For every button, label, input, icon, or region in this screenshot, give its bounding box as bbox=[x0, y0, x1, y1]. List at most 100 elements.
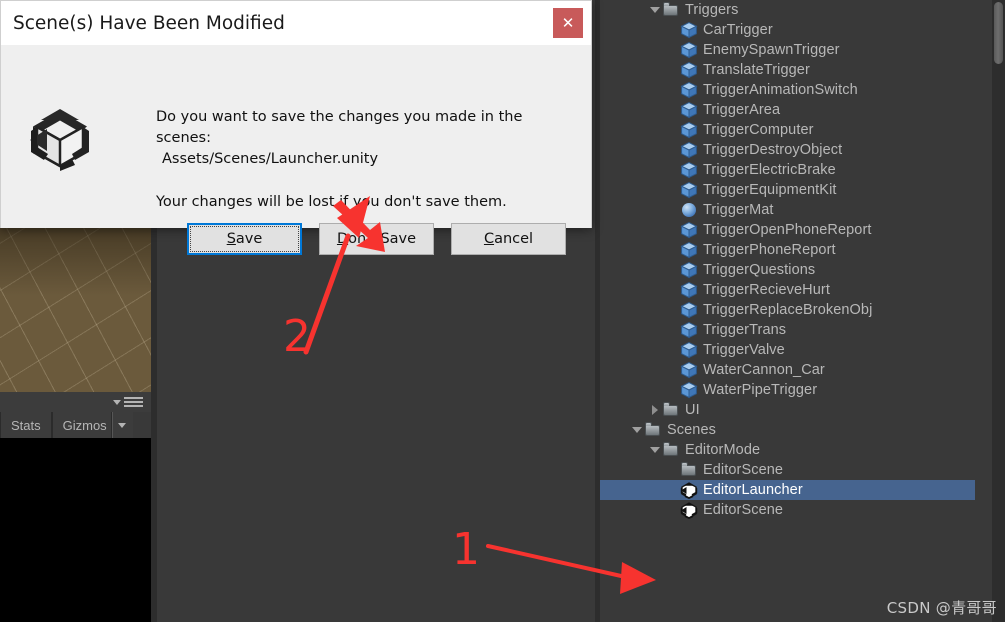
don-t-save-button[interactable]: Don't Save bbox=[319, 223, 434, 255]
hierarchy-scrollbar-track[interactable] bbox=[992, 0, 1005, 622]
hierarchy-row-label: TriggerPhoneReport bbox=[703, 242, 836, 258]
hierarchy-row[interactable]: TriggerRecieveHurt bbox=[600, 280, 975, 300]
twisty-placeholder bbox=[666, 220, 680, 240]
chevron-right-icon[interactable] bbox=[648, 400, 662, 420]
hierarchy-row[interactable]: TriggerAnimationSwitch bbox=[600, 80, 975, 100]
prefab-cube-icon bbox=[680, 241, 698, 259]
dialog-titlebar: Scene(s) Have Been Modified ✕ bbox=[1, 1, 591, 45]
hierarchy-row[interactable]: UI bbox=[600, 400, 975, 420]
hierarchy-row-label: TriggerElectricBrake bbox=[703, 162, 836, 178]
menu-bars bbox=[124, 397, 143, 407]
hierarchy-row[interactable]: TriggerQuestions bbox=[600, 260, 975, 280]
tab-stats[interactable]: Stats bbox=[0, 412, 52, 438]
hierarchy-row-label: TriggerMat bbox=[703, 202, 774, 218]
hierarchy-row[interactable]: TriggerReplaceBrokenObj bbox=[600, 300, 975, 320]
cancel-button[interactable]: Cancel bbox=[451, 223, 566, 255]
prefab-cube-icon bbox=[680, 61, 698, 79]
hierarchy-row[interactable]: TranslateTrigger bbox=[600, 60, 975, 80]
dialog-message-line1: Do you want to save the changes you made… bbox=[156, 109, 523, 125]
prefab-cube-icon bbox=[680, 161, 698, 179]
twisty-placeholder bbox=[666, 260, 680, 280]
dialog-button-row: Save Don't Save Cancel bbox=[1, 223, 591, 257]
chevron-down-icon[interactable] bbox=[630, 420, 644, 440]
folder-icon bbox=[662, 401, 680, 419]
hierarchy-row-selected[interactable]: EditorLauncher bbox=[600, 480, 975, 500]
close-icon[interactable]: ✕ bbox=[553, 8, 583, 38]
twisty-placeholder bbox=[666, 320, 680, 340]
hierarchy-row[interactable]: TriggerDestroyObject bbox=[600, 140, 975, 160]
twisty-placeholder bbox=[666, 240, 680, 260]
hierarchy-row[interactable]: TriggerArea bbox=[600, 100, 975, 120]
hierarchy-row-label: TriggerDestroyObject bbox=[703, 142, 843, 158]
hierarchy-row-label: EditorLauncher bbox=[703, 482, 803, 498]
chevron-down-icon bbox=[117, 422, 126, 428]
prefab-cube-icon bbox=[680, 321, 698, 339]
watermark-text: CSDN @青哥哥 bbox=[886, 599, 997, 617]
hierarchy-row-label: TriggerComputer bbox=[703, 122, 814, 138]
hierarchy-row-label: Scenes bbox=[667, 422, 716, 438]
hierarchy-row-label: UI bbox=[685, 402, 700, 418]
hierarchy-row[interactable]: TriggerComputer bbox=[600, 120, 975, 140]
prefab-cube-icon bbox=[680, 361, 698, 379]
twisty-placeholder bbox=[666, 100, 680, 120]
tab-gizmos[interactable]: Gizmos bbox=[51, 412, 112, 438]
hierarchy-row[interactable]: Scenes bbox=[600, 420, 975, 440]
dialog-warning: Your changes will be lost if you don't s… bbox=[156, 194, 507, 210]
twisty-placeholder bbox=[666, 340, 680, 360]
hierarchy-row-label: TriggerRecieveHurt bbox=[703, 282, 830, 298]
game-view-viewport[interactable] bbox=[0, 438, 151, 622]
twisty-placeholder bbox=[666, 480, 680, 500]
button-label: Don't Save bbox=[336, 231, 417, 247]
hierarchy-row[interactable]: TriggerOpenPhoneReport bbox=[600, 220, 975, 240]
prefab-cube-icon bbox=[680, 261, 698, 279]
twisty-placeholder bbox=[666, 500, 680, 520]
hierarchy-row-label: TriggerTrans bbox=[703, 322, 787, 338]
hierarchy-row[interactable]: TriggerTrans bbox=[600, 320, 975, 340]
scene-view-bottom-tabs: Stats Gizmos bbox=[0, 412, 151, 438]
hierarchy-row[interactable]: TriggerElectricBrake bbox=[600, 160, 975, 180]
chevron-down-icon[interactable] bbox=[648, 0, 662, 20]
folder-icon bbox=[680, 461, 698, 479]
unity-scene-icon bbox=[680, 481, 698, 499]
dialog-scene-path: Assets/Scenes/Launcher.unity bbox=[162, 151, 379, 167]
twisty-placeholder bbox=[666, 180, 680, 200]
tab-gizmos-label: Gizmos bbox=[62, 417, 107, 433]
hierarchy-row[interactable]: TriggerPhoneReport bbox=[600, 240, 975, 260]
chevron-down-icon[interactable] bbox=[648, 440, 662, 460]
hierarchy-row[interactable]: WaterCannon_Car bbox=[600, 360, 975, 380]
twisty-placeholder bbox=[666, 200, 680, 220]
tab-stats-label: Stats bbox=[11, 417, 41, 433]
hierarchy-row-label: EditorMode bbox=[685, 442, 761, 458]
hierarchy-row-label: TriggerReplaceBrokenObj bbox=[703, 302, 873, 318]
twisty-placeholder bbox=[666, 20, 680, 40]
button-label: Cancel bbox=[483, 231, 534, 247]
twisty-placeholder bbox=[666, 40, 680, 60]
save-button[interactable]: Save bbox=[187, 223, 302, 255]
center-empty-pane bbox=[157, 226, 595, 622]
hierarchy-row-label: TriggerEquipmentKit bbox=[703, 182, 837, 198]
twisty-placeholder bbox=[666, 280, 680, 300]
scene-view-toolbar bbox=[0, 392, 151, 412]
sphere-icon bbox=[680, 201, 698, 219]
hierarchy-row-label: WaterCannon_Car bbox=[703, 362, 825, 378]
hierarchy-row[interactable]: CarTrigger bbox=[600, 20, 975, 40]
hierarchy-row[interactable]: EditorMode bbox=[600, 440, 975, 460]
hierarchy-scrollbar-thumb[interactable] bbox=[994, 2, 1003, 64]
hierarchy-row[interactable]: EnemySpawnTrigger bbox=[600, 40, 975, 60]
hierarchy-row-label: EditorScene bbox=[703, 502, 784, 518]
hierarchy-row[interactable]: EditorScene bbox=[600, 460, 975, 480]
twisty-placeholder bbox=[666, 120, 680, 140]
hierarchy-row[interactable]: TriggerValve bbox=[600, 340, 975, 360]
prefab-cube-icon bbox=[680, 121, 698, 139]
hierarchy-row[interactable]: EditorScene bbox=[600, 500, 975, 520]
hierarchy-row[interactable]: TriggerMat bbox=[600, 200, 975, 220]
hierarchy-row[interactable]: Triggers bbox=[600, 0, 975, 20]
gizmos-dropdown-button[interactable] bbox=[111, 412, 133, 438]
prefab-cube-icon bbox=[680, 301, 698, 319]
prefab-cube-icon bbox=[680, 41, 698, 59]
hierarchy-row[interactable]: TriggerEquipmentKit bbox=[600, 180, 975, 200]
hierarchy-row-label: TriggerAnimationSwitch bbox=[703, 82, 858, 98]
hamburger-menu-icon[interactable] bbox=[113, 396, 145, 408]
hierarchy-row[interactable]: WaterPipeTrigger bbox=[600, 380, 975, 400]
twisty-placeholder bbox=[666, 160, 680, 180]
